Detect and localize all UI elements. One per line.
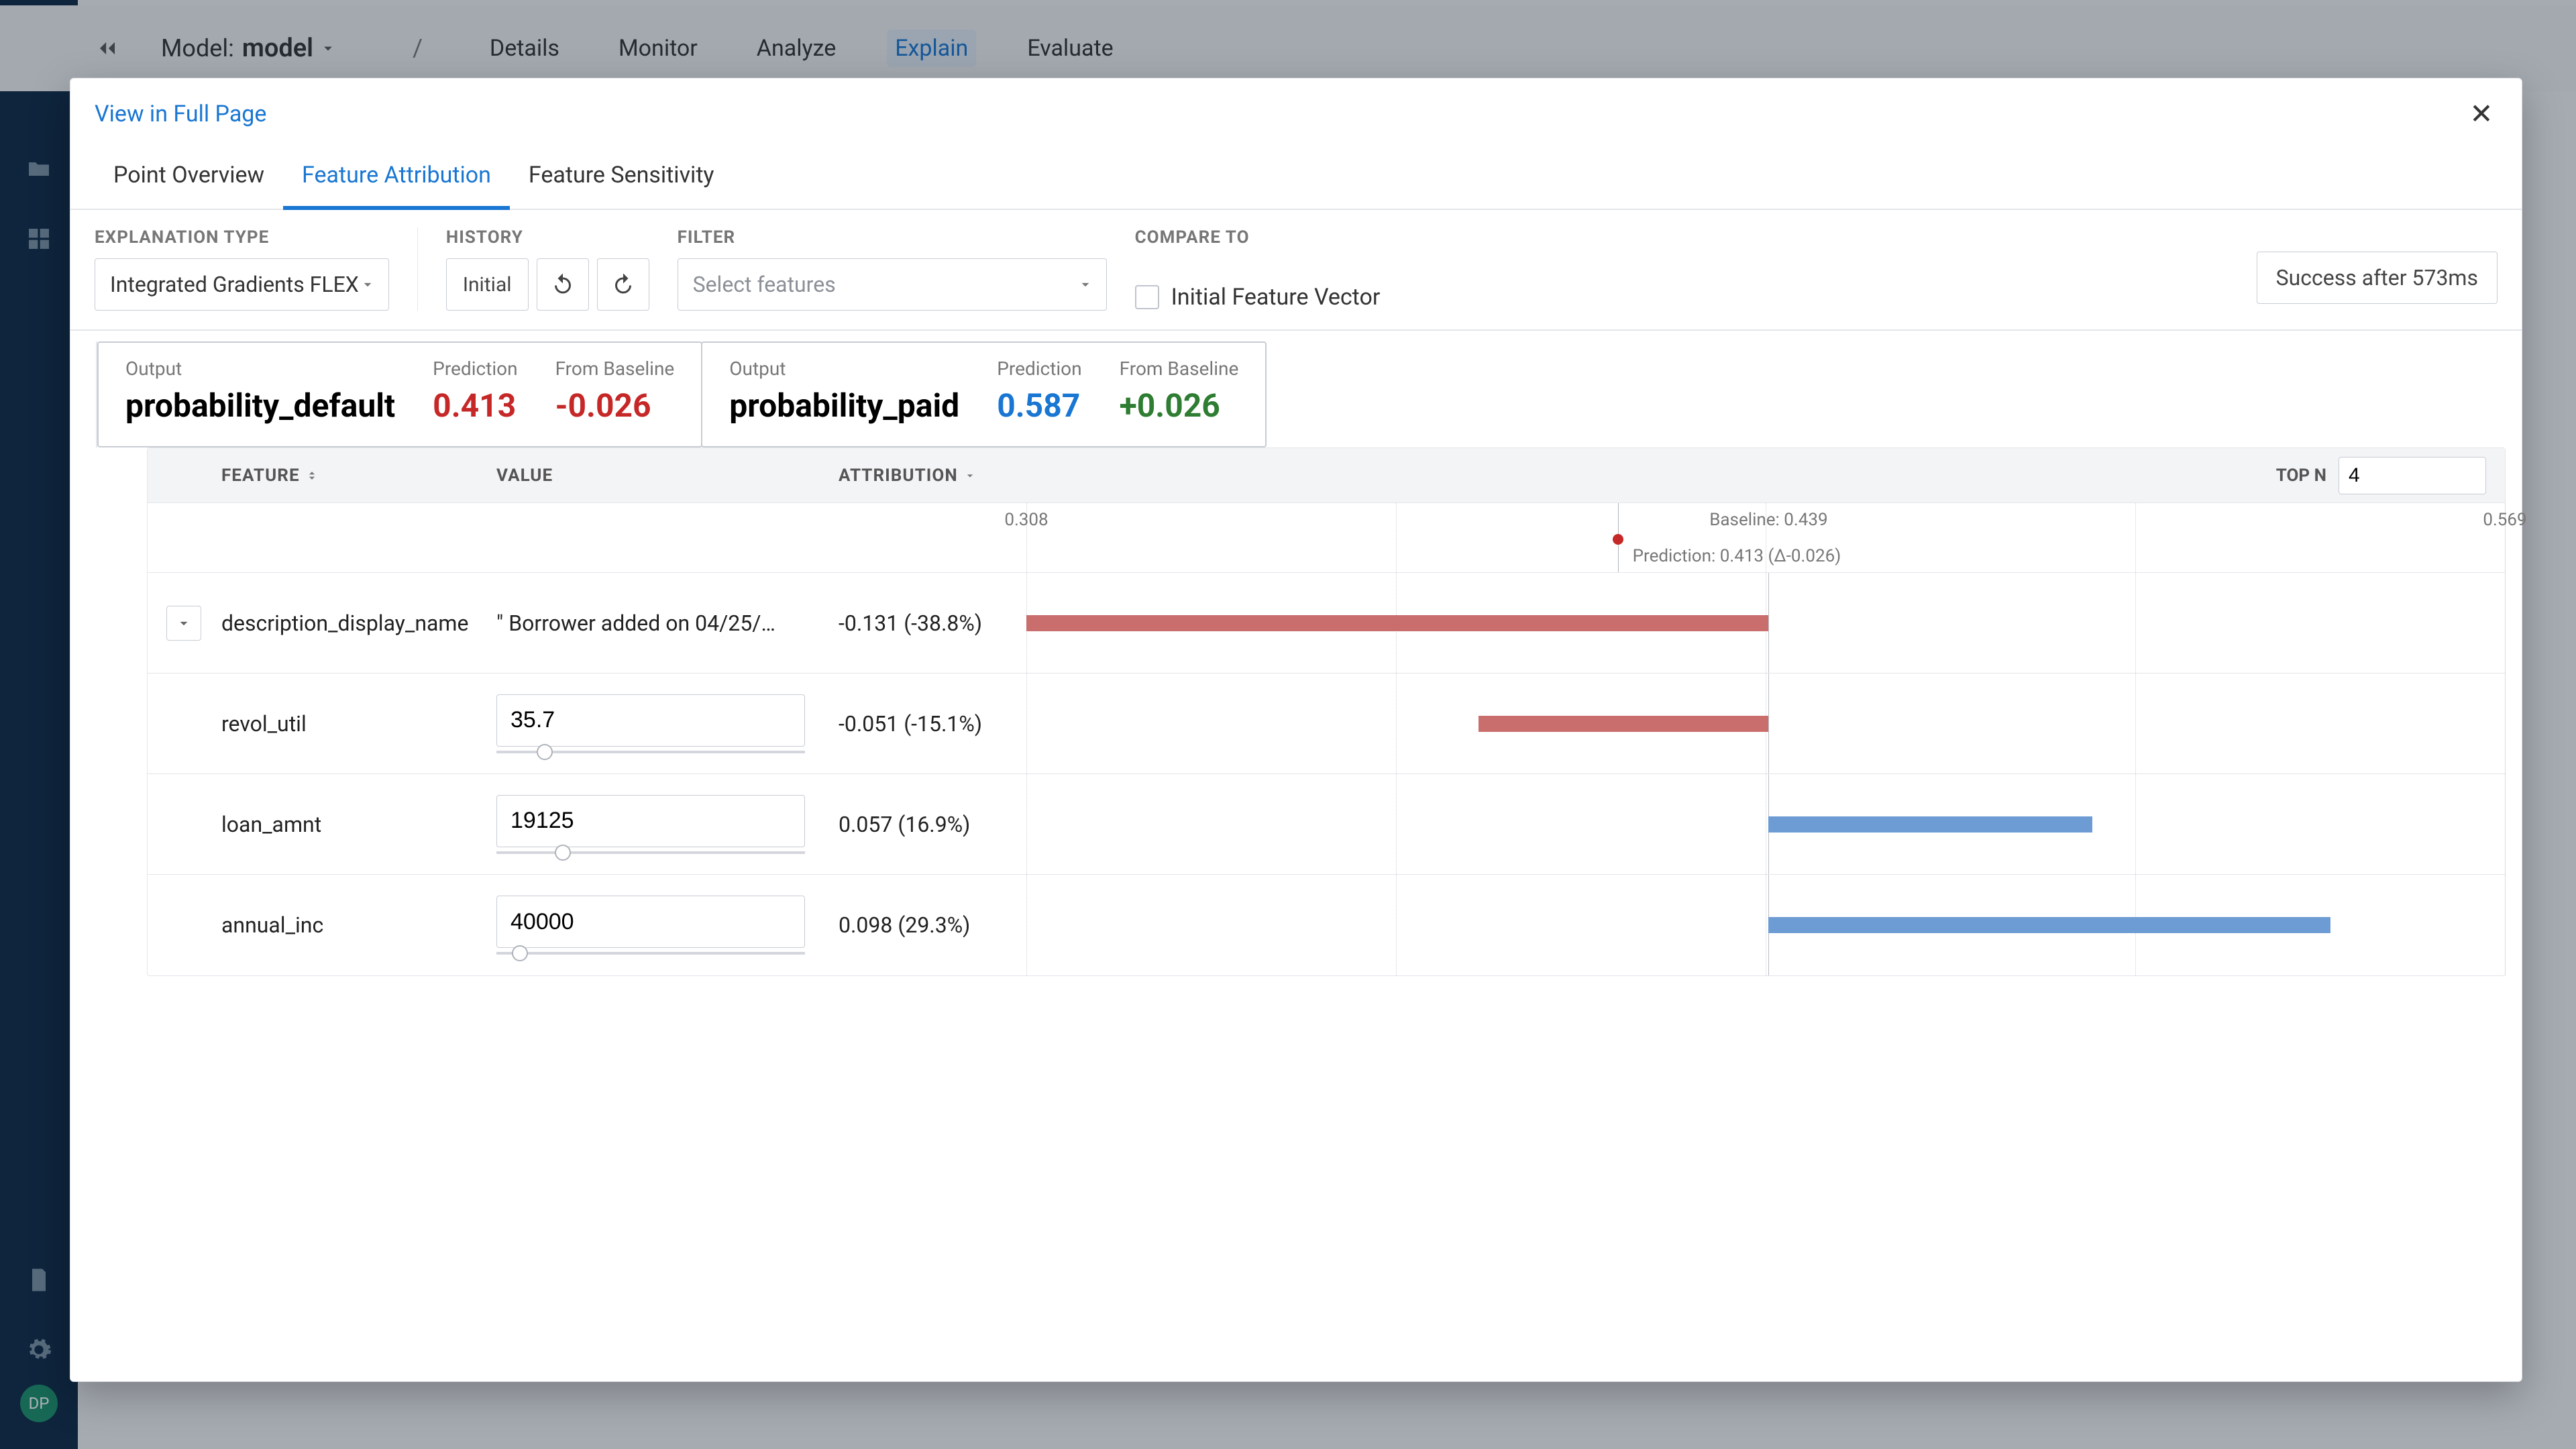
filter-label: FILTER bbox=[678, 227, 1107, 248]
output-name: probability_default bbox=[125, 386, 395, 425]
col-value: VALUE bbox=[496, 466, 839, 486]
feature-name: revol_util bbox=[221, 711, 307, 737]
feature-name: description_display_name bbox=[221, 610, 468, 636]
table-row: annual_inc 0.098 (29.3%) bbox=[148, 875, 2505, 975]
prediction-cards: Outputprobability_defaultPrediction0.413… bbox=[70, 331, 2522, 447]
redo-button[interactable] bbox=[597, 258, 649, 311]
row-expand-button[interactable] bbox=[166, 606, 201, 641]
explain-dialog: View in Full Page ✕ Point OverviewFeatur… bbox=[70, 78, 2522, 1382]
feature-value-slider[interactable] bbox=[496, 952, 805, 955]
feature-value-input[interactable] bbox=[496, 795, 805, 847]
table-row: description_display_name " Borrower added… bbox=[148, 573, 2505, 674]
dialog-tab-feature-attribution[interactable]: Feature Attribution bbox=[283, 139, 510, 210]
attribution-table: FEATURE VALUE ATTRIBUTION TOP N 0.308Bas… bbox=[147, 447, 2506, 976]
dialog-tabs: Point OverviewFeature AttributionFeature… bbox=[70, 139, 2522, 210]
filter-select[interactable]: Select features bbox=[678, 258, 1107, 311]
feature-name: annual_inc bbox=[221, 912, 323, 938]
topn-input[interactable] bbox=[2339, 457, 2486, 494]
controls-row: EXPLANATION TYPE Integrated Gradients FL… bbox=[70, 210, 2522, 331]
dialog-tab-point-overview[interactable]: Point Overview bbox=[95, 139, 283, 209]
attribution-value: -0.051 (-15.1%) bbox=[839, 711, 1026, 737]
output-name: probability_paid bbox=[729, 386, 959, 425]
pred-value: 0.587 bbox=[997, 386, 1081, 425]
delta-value: -0.026 bbox=[555, 386, 675, 425]
col-attribution[interactable]: ATTRIBUTION bbox=[839, 466, 1026, 486]
scale-row: 0.308Baseline: 0.4390.569Prediction: 0.4… bbox=[148, 503, 2505, 573]
chevron-down-icon bbox=[1077, 276, 1094, 293]
view-full-page-link[interactable]: View in Full Page bbox=[95, 101, 266, 127]
compare-check-label: Initial Feature Vector bbox=[1171, 284, 1381, 311]
explanation-type-value: Integrated Gradients FLEX bbox=[110, 272, 359, 297]
attribution-value: 0.098 (29.3%) bbox=[839, 912, 1026, 938]
attribution-bar bbox=[1479, 716, 1768, 732]
attribution-bar bbox=[1768, 816, 2092, 833]
close-icon[interactable]: ✕ bbox=[2465, 97, 2498, 131]
pred-card-1[interactable]: Outputprobability_paidPrediction0.587Fro… bbox=[701, 341, 1267, 447]
history-initial-button[interactable]: Initial bbox=[446, 258, 529, 311]
explanation-type-label: EXPLANATION TYPE bbox=[95, 227, 389, 248]
delta-value: +0.026 bbox=[1120, 386, 1239, 425]
attribution-bar bbox=[1768, 917, 2330, 933]
feature-value-slider[interactable] bbox=[496, 851, 805, 854]
history-label: HISTORY bbox=[446, 227, 649, 248]
pred-value: 0.413 bbox=[433, 386, 517, 425]
feature-name: loan_amnt bbox=[221, 812, 321, 837]
undo-button[interactable] bbox=[537, 258, 589, 311]
topn-label: TOP N bbox=[2276, 466, 2326, 486]
status-badge: Success after 573ms bbox=[2257, 252, 2498, 304]
col-feature[interactable]: FEATURE bbox=[148, 466, 496, 486]
dialog-tab-feature-sensitivity[interactable]: Feature Sensitivity bbox=[510, 139, 733, 209]
attribution-value: -0.131 (-38.8%) bbox=[839, 610, 1026, 636]
table-row: loan_amnt 0.057 (16.9%) bbox=[148, 774, 2505, 875]
feature-value-input[interactable] bbox=[496, 896, 805, 948]
feature-value-text: " Borrower added on 04/25/… bbox=[496, 610, 775, 636]
filter-placeholder: Select features bbox=[693, 272, 836, 297]
attribution-value: 0.057 (16.9%) bbox=[839, 812, 1026, 837]
compare-checkbox[interactable] bbox=[1135, 285, 1159, 309]
pred-card-0[interactable]: Outputprobability_defaultPrediction0.413… bbox=[97, 341, 702, 447]
attribution-bar bbox=[1026, 615, 1768, 631]
table-row: revol_util -0.051 (-15.1%) bbox=[148, 674, 2505, 774]
feature-value-slider[interactable] bbox=[496, 751, 805, 753]
explanation-type-select[interactable]: Integrated Gradients FLEX bbox=[95, 258, 389, 311]
chevron-down-icon bbox=[359, 276, 376, 293]
feature-value-input[interactable] bbox=[496, 694, 805, 747]
prediction-marker-label: Prediction: 0.413 (Δ-0.026) bbox=[1633, 546, 1841, 566]
compare-label: COMPARE TO bbox=[1135, 227, 1381, 248]
